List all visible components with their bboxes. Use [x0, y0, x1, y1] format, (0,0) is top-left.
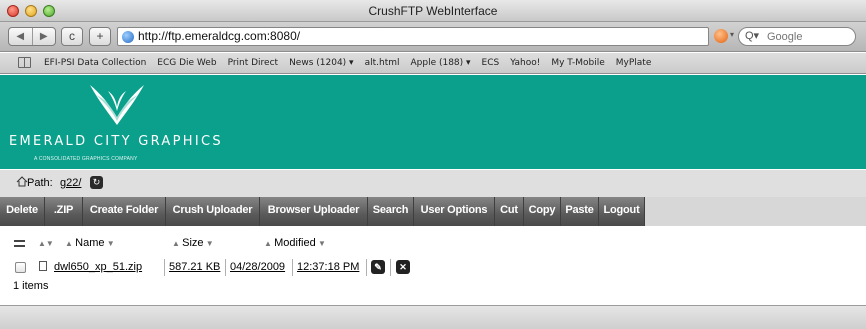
add-bookmark-button[interactable]: + [89, 27, 111, 46]
path-link[interactable]: g22/ [60, 177, 81, 189]
bookmarks-list: EFI-PSI Data Collection ECG Die Web Prin… [44, 53, 662, 74]
file-date[interactable]: 04/28/2009 [230, 261, 285, 273]
bookmarks-bar: EFI-PSI Data Collection ECG Die Web Prin… [0, 53, 866, 74]
path-bar: Path: g22/ ↻ [0, 170, 866, 197]
command-bar-filler [645, 197, 866, 226]
close-window-button[interactable] [7, 5, 19, 17]
bookmark-item[interactable]: MyPlate [616, 53, 652, 74]
window-title: CrushFTP WebInterface [368, 4, 498, 18]
close-icon[interactable]: ✕ [396, 260, 410, 274]
file-time[interactable]: 12:37:18 PM [297, 261, 359, 273]
crush-uploader-button[interactable]: Crush Uploader [166, 197, 260, 226]
window-titlebar: CrushFTP WebInterface [0, 0, 866, 22]
bookmark-item[interactable]: Yahoo! [510, 53, 540, 74]
delete-button[interactable]: Delete [0, 197, 45, 226]
pencil-icon[interactable]: ✎ [371, 260, 385, 274]
bookmarks-book-icon[interactable] [18, 57, 31, 68]
reload-button[interactable]: c [61, 27, 83, 46]
file-size[interactable]: 587.21 KB [169, 261, 220, 273]
column-divider [225, 259, 226, 276]
column-header-size[interactable]: ▲ Size ▼ [172, 237, 214, 249]
bookmark-item[interactable]: Print Direct [228, 53, 279, 74]
bookmark-item[interactable]: alt.html [365, 53, 400, 74]
logout-button[interactable]: Logout [599, 197, 645, 226]
bookmark-item[interactable]: ECG Die Web [157, 53, 216, 74]
chevron-down-icon[interactable]: ▾ [730, 30, 734, 39]
leaf-logo-icon [90, 85, 144, 125]
file-name-link[interactable]: dwl650_xp_51.zip [54, 261, 142, 273]
file-icon [39, 261, 47, 271]
back-button[interactable]: ◀ [9, 28, 33, 45]
cut-button[interactable]: Cut [495, 197, 524, 226]
copy-button[interactable]: Copy [524, 197, 561, 226]
item-count: 1 items [13, 280, 49, 292]
column-header-name[interactable]: ▲ Name ▼ [65, 237, 115, 249]
command-bar: Delete .ZIP Create Folder Crush Uploader… [0, 197, 866, 226]
address-text[interactable]: http://ftp.emeraldcg.com:8080/ [138, 28, 300, 45]
create-folder-button[interactable]: Create Folder [83, 197, 166, 226]
paste-button[interactable]: Paste [561, 197, 599, 226]
search-field[interactable]: Q▾ [738, 27, 856, 46]
column-header-modified[interactable]: ▲ Modified ▼ [264, 237, 326, 249]
back-forward-buttons: ◀ ▶ [8, 27, 56, 46]
search-input[interactable] [767, 29, 851, 44]
zoom-window-button[interactable] [43, 5, 55, 17]
company-tagline: A CONSOLIDATED GRAPHICS COMPANY [34, 156, 138, 162]
company-banner: EMERALD CITY GRAPHICS A CONSOLIDATED GRA… [0, 75, 866, 169]
bookmark-item[interactable]: ECS [482, 53, 500, 74]
status-bar [0, 305, 866, 329]
file-list-header: ▲▼ ▲ Name ▼ ▲ Size ▼ ▲ Modified ▼ [0, 236, 866, 252]
address-bar[interactable]: http://ftp.emeraldcg.com:8080/ [117, 27, 709, 46]
path-label: Path: [27, 177, 53, 189]
column-divider [366, 259, 367, 276]
bookmark-item[interactable]: Apple (188) ▾ [410, 53, 470, 74]
browser-toolbar: ◀ ▶ c + http://ftp.emeraldcg.com:8080/ ▾… [0, 22, 866, 52]
column-divider [390, 259, 391, 276]
sort-arrows-icon[interactable]: ▲▼ [38, 237, 54, 249]
site-icon [122, 31, 134, 43]
rss-icon[interactable] [714, 29, 728, 43]
column-divider [164, 259, 165, 276]
minimize-window-button[interactable] [25, 5, 37, 17]
bookmark-item[interactable]: EFI-PSI Data Collection [44, 53, 146, 74]
column-divider [292, 259, 293, 276]
refresh-icon[interactable]: ↻ [90, 176, 103, 189]
browser-uploader-button[interactable]: Browser Uploader [260, 197, 368, 226]
company-name: EMERALD CITY GRAPHICS [9, 134, 223, 149]
bookmark-item[interactable]: My T-Mobile [551, 53, 604, 74]
row-checkbox[interactable] [15, 262, 26, 273]
zip-button[interactable]: .ZIP [45, 197, 83, 226]
search-button[interactable]: Search [368, 197, 414, 226]
bookmark-item[interactable]: News (1204) ▾ [289, 53, 354, 74]
table-row: dwl650_xp_51.zip 587.21 KB 04/28/2009 12… [0, 259, 866, 277]
select-all-icon[interactable] [14, 240, 25, 247]
user-options-button[interactable]: User Options [414, 197, 495, 226]
forward-button[interactable]: ▶ [33, 28, 56, 45]
search-icon: Q▾ [745, 30, 760, 42]
